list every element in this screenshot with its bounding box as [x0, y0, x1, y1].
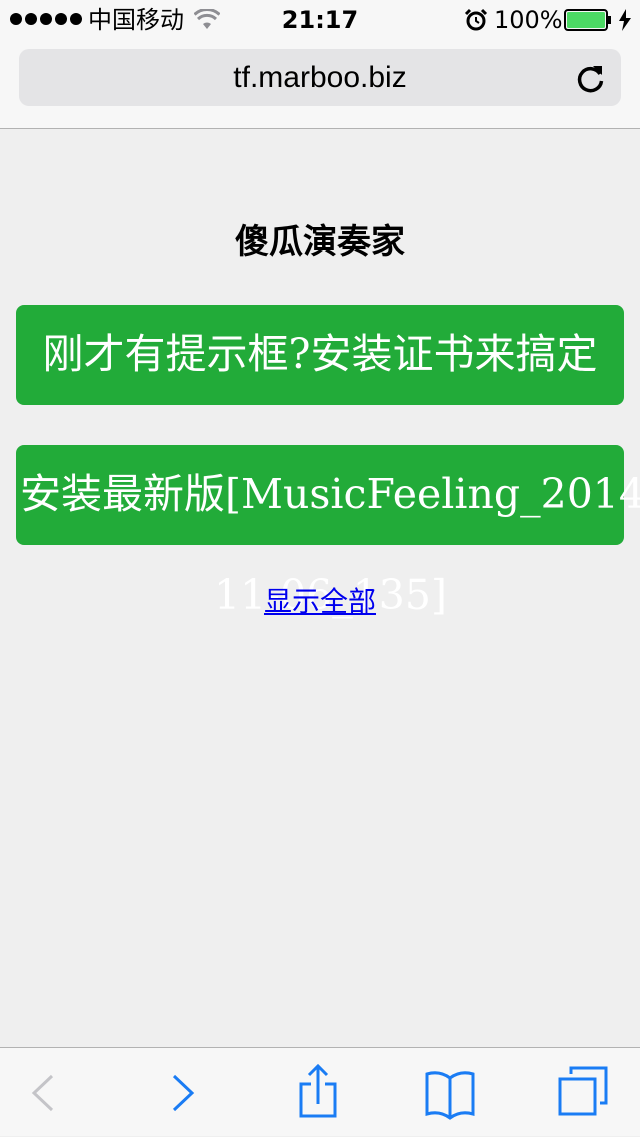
install-certificate-button[interactable]: 刚才有提示框?安装证书来搞定 [16, 305, 624, 405]
forward-button[interactable] [142, 1048, 222, 1137]
back-icon [31, 1074, 54, 1112]
install-certificate-label: 刚才有提示框?安装证书来搞定 [42, 330, 598, 378]
install-latest-version-label: 安装最新版[MusicFeeling_2014- [20, 470, 640, 518]
charging-bolt-icon [619, 9, 631, 31]
tabs-icon [558, 1066, 608, 1116]
battery-icon [564, 9, 611, 31]
status-bar: 中国移动 21:17 100% [0, 0, 640, 40]
address-bar: tf.marboo.biz [0, 40, 640, 129]
battery-percentage: 100% [494, 6, 563, 34]
share-icon [299, 1063, 337, 1118]
url-field[interactable]: tf.marboo.biz [19, 49, 621, 106]
web-content: 傻瓜演奏家 刚才有提示框?安装证书来搞定 安装最新版[MusicFeeling_… [0, 130, 640, 1047]
alarm-clock-icon [464, 8, 488, 31]
url-text[interactable]: tf.marboo.biz [19, 49, 621, 106]
share-button[interactable] [278, 1048, 358, 1137]
page-title: 傻瓜演奏家 [235, 222, 405, 262]
install-latest-version-button[interactable]: 安装最新版[MusicFeeling_2014- [16, 445, 640, 545]
forward-icon [172, 1074, 195, 1112]
show-all-link[interactable]: 显示全部 [0, 584, 640, 620]
bottom-toolbar [0, 1047, 640, 1136]
back-button[interactable] [2, 1048, 82, 1137]
reload-icon[interactable] [576, 62, 606, 94]
bookmarks-icon [425, 1071, 475, 1120]
tabs-button[interactable] [543, 1048, 623, 1137]
bookmarks-button[interactable] [410, 1048, 490, 1137]
